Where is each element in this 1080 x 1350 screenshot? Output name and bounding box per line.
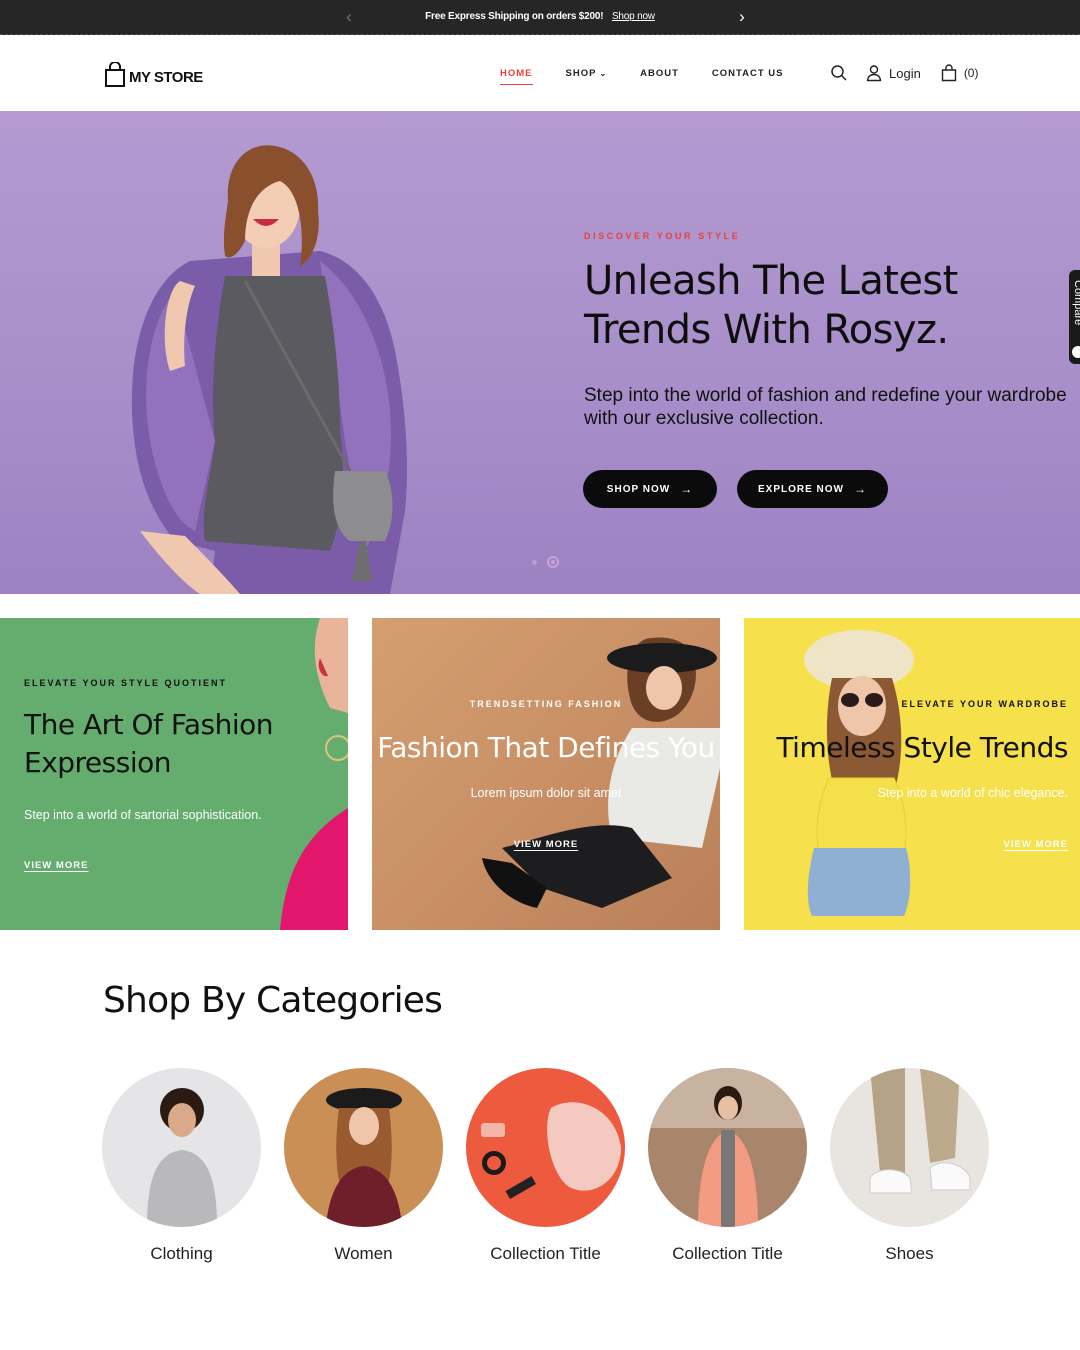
category-shoes[interactable]: Shoes — [830, 1068, 989, 1264]
promo-kicker: ELEVATE YOUR WARDROBE — [901, 699, 1068, 709]
nav-shop[interactable]: SHOP ⌄ — [566, 68, 608, 79]
promo-subtitle: Lorem ipsum dolor sit amet — [470, 786, 622, 800]
slide-dot-1[interactable] — [532, 559, 537, 565]
slider-dots — [532, 556, 569, 568]
promo-title: Fashion That Defines You — [377, 731, 715, 764]
hero-subtitle: Step into the world of fashion and redef… — [584, 385, 1067, 429]
category-collection-2[interactable]: Collection Title — [648, 1068, 807, 1264]
category-collection-1-image — [466, 1068, 625, 1227]
promo-card-art-of-fashion[interactable]: ELEVATE YOUR STYLE QUOTIENT The Art Of F… — [0, 618, 348, 930]
categories-heading: Shop By Categories — [103, 980, 443, 1021]
shopping-bag-logo-icon — [105, 62, 125, 87]
category-image — [830, 1068, 989, 1227]
category-image — [284, 1068, 443, 1227]
hero-kicker: DISCOVER YOUR STYLE — [584, 231, 741, 241]
category-clothing-image — [102, 1068, 261, 1227]
promo-subtitle: Step into a world of chic elegance. — [877, 786, 1068, 800]
nav-home[interactable]: HOME — [500, 68, 533, 85]
site-header: MY STORE HOME SHOP ⌄ ABOUT CONTACT US Log… — [0, 36, 1080, 111]
chevron-right-icon[interactable]: › — [734, 8, 750, 26]
hero-title: Unleash The Latest Trends With Rosyz. — [584, 258, 958, 353]
promo-model-image — [804, 630, 914, 916]
compare-side-tab[interactable]: Compare — [1069, 270, 1080, 364]
view-more-link[interactable]: VIEW MORE — [24, 860, 88, 871]
category-women-image — [284, 1068, 443, 1227]
category-collection-2-image — [648, 1068, 807, 1227]
explore-now-label: EXPLORE NOW — [757, 483, 844, 495]
category-label: Collection Title — [490, 1244, 601, 1263]
cart-bag-icon — [941, 64, 957, 82]
cart-button[interactable]: (0) — [940, 64, 979, 82]
hero-model-image — [131, 145, 407, 594]
cart-count: (0) — [963, 66, 979, 80]
nav-contact[interactable]: CONTACT US — [712, 68, 784, 79]
promo-card-fashion-defines[interactable]: TRENDSETTING FASHION Fashion That Define… — [372, 618, 720, 930]
login-label: Login — [889, 65, 921, 81]
logo-text: MY STORE — [129, 69, 203, 86]
category-image — [466, 1068, 625, 1227]
compare-toggle-icon — [1072, 346, 1080, 358]
shop-now-label: SHOP NOW — [606, 483, 671, 495]
store-logo[interactable]: MY STORE — [104, 60, 203, 88]
view-more-link[interactable]: VIEW MORE — [372, 839, 720, 850]
category-clothing[interactable]: Clothing — [102, 1068, 261, 1264]
category-collection-1[interactable]: Collection Title — [466, 1068, 625, 1264]
shop-now-link[interactable]: Shop now — [612, 11, 655, 22]
promo-model-image — [482, 637, 720, 908]
nav-about[interactable]: ABOUT — [640, 68, 679, 79]
arrow-right-icon: → — [680, 482, 694, 496]
category-label: Shoes — [885, 1244, 934, 1263]
promo-card-timeless-style[interactable]: ELEVATE YOUR WARDROBE Timeless Style Tre… — [744, 618, 1080, 930]
compare-tab-label: Compare — [1072, 280, 1080, 326]
nav-shop-label: SHOP — [565, 68, 597, 79]
user-icon — [866, 65, 882, 82]
category-women[interactable]: Women — [284, 1068, 443, 1264]
announcement-text: Free Express Shipping on orders $200! — [425, 11, 604, 22]
hero-banner: DISCOVER YOUR STYLE Unleash The Latest T… — [0, 111, 1080, 594]
explore-now-button[interactable]: EXPLORE NOW → — [737, 470, 888, 508]
chevron-down-icon: ⌄ — [599, 69, 608, 78]
category-shoes-image — [830, 1068, 989, 1227]
promo-title: The Art Of Fashion Expression — [24, 708, 274, 779]
view-more-link[interactable]: VIEW MORE — [1004, 839, 1068, 850]
promo-kicker: ELEVATE YOUR STYLE QUOTIENT — [24, 678, 228, 688]
search-icon[interactable] — [830, 64, 848, 82]
category-label: Clothing — [150, 1244, 213, 1263]
main-nav: HOME SHOP ⌄ ABOUT CONTACT US — [500, 68, 817, 85]
category-label: Women — [334, 1244, 393, 1263]
announcement-bar: ‹ Free Express Shipping on orders $200! … — [0, 0, 1080, 35]
category-image — [102, 1068, 261, 1227]
slide-dot-2-active[interactable] — [547, 556, 559, 568]
login-link[interactable]: Login — [865, 64, 921, 82]
category-image — [648, 1068, 807, 1227]
category-label: Collection Title — [672, 1244, 783, 1263]
category-list: Clothing Women Collection Title Collecti… — [102, 1068, 1012, 1264]
promo-title: Timeless Style Trends — [776, 731, 1068, 764]
announcement-message: Free Express Shipping on orders $200! Sh… — [0, 11, 1080, 22]
promo-subtitle: Step into a world of sartorial sophistic… — [24, 808, 262, 822]
shop-now-button[interactable]: SHOP NOW → — [583, 470, 717, 508]
header-actions: Login (0) — [830, 64, 978, 82]
promo-kicker: TRENDSETTING FASHION — [469, 699, 623, 709]
arrow-right-icon: → — [854, 482, 867, 496]
